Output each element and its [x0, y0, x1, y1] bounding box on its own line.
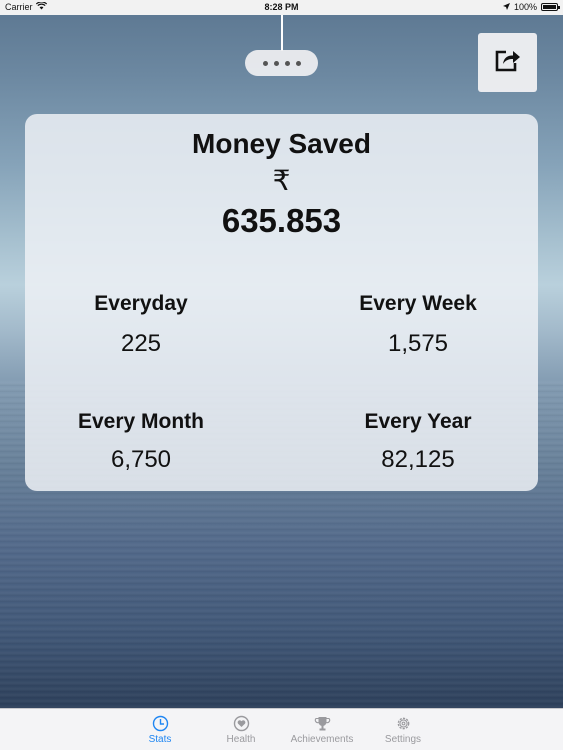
tab-achievements[interactable]: Achievements — [282, 709, 363, 750]
total-saved-value: 635.853 — [221, 202, 342, 239]
stat-value: 6,750 — [110, 446, 172, 473]
stat-value: 1,575 — [387, 330, 449, 357]
stat-label: Everyday — [94, 292, 188, 315]
stat-everyday: Everyday 225 — [31, 292, 251, 358]
stat-every-week: Every Week 1,575 — [308, 292, 528, 358]
tab-settings[interactable]: Settings — [363, 709, 444, 750]
stat-label: Every Month — [77, 410, 205, 433]
page-dot — [284, 60, 290, 66]
stat-every-month: Every Month 6,750 — [31, 410, 251, 474]
location-arrow-icon — [502, 2, 510, 12]
card-title: Money Saved — [192, 128, 371, 159]
clock-icon — [152, 715, 169, 732]
app-screen: Carrier 8:28 PM 100% Money Saved ₹ 635.8… — [0, 0, 563, 750]
battery-icon — [541, 3, 560, 11]
status-bar: Carrier 8:28 PM 100% — [0, 0, 563, 15]
page-dot — [295, 60, 301, 66]
stat-every-year: Every Year 82,125 — [308, 410, 528, 474]
page-indicator[interactable] — [245, 50, 318, 76]
page-dot — [273, 60, 279, 66]
tab-bar: Stats Health Achievements Settings — [0, 708, 563, 750]
stat-label: Every Year — [364, 410, 472, 433]
tab-label: Settings — [384, 734, 422, 745]
currency-symbol: ₹ — [272, 164, 291, 197]
status-time: 8:28 PM — [264, 2, 299, 12]
stat-value: 225 — [120, 330, 162, 357]
battery-percent: 100% — [513, 2, 537, 12]
page-dot — [262, 60, 268, 66]
stat-value: 82,125 — [381, 446, 455, 473]
status-right: 100% — [502, 2, 560, 12]
tab-health[interactable]: Health — [201, 709, 282, 750]
share-button[interactable] — [478, 33, 537, 92]
tab-label: Achievements — [290, 734, 354, 745]
tab-label: Stats — [148, 734, 172, 745]
gear-icon — [395, 715, 412, 732]
trophy-icon — [314, 715, 331, 732]
page-indicator-line — [281, 15, 283, 51]
share-icon — [494, 47, 522, 78]
stat-label: Every Week — [359, 292, 477, 315]
money-saved-card: Money Saved ₹ 635.853 Everyday 225 Every… — [25, 114, 538, 491]
tab-stats[interactable]: Stats — [120, 709, 201, 750]
heart-icon — [233, 715, 250, 732]
tab-label: Health — [226, 734, 256, 745]
